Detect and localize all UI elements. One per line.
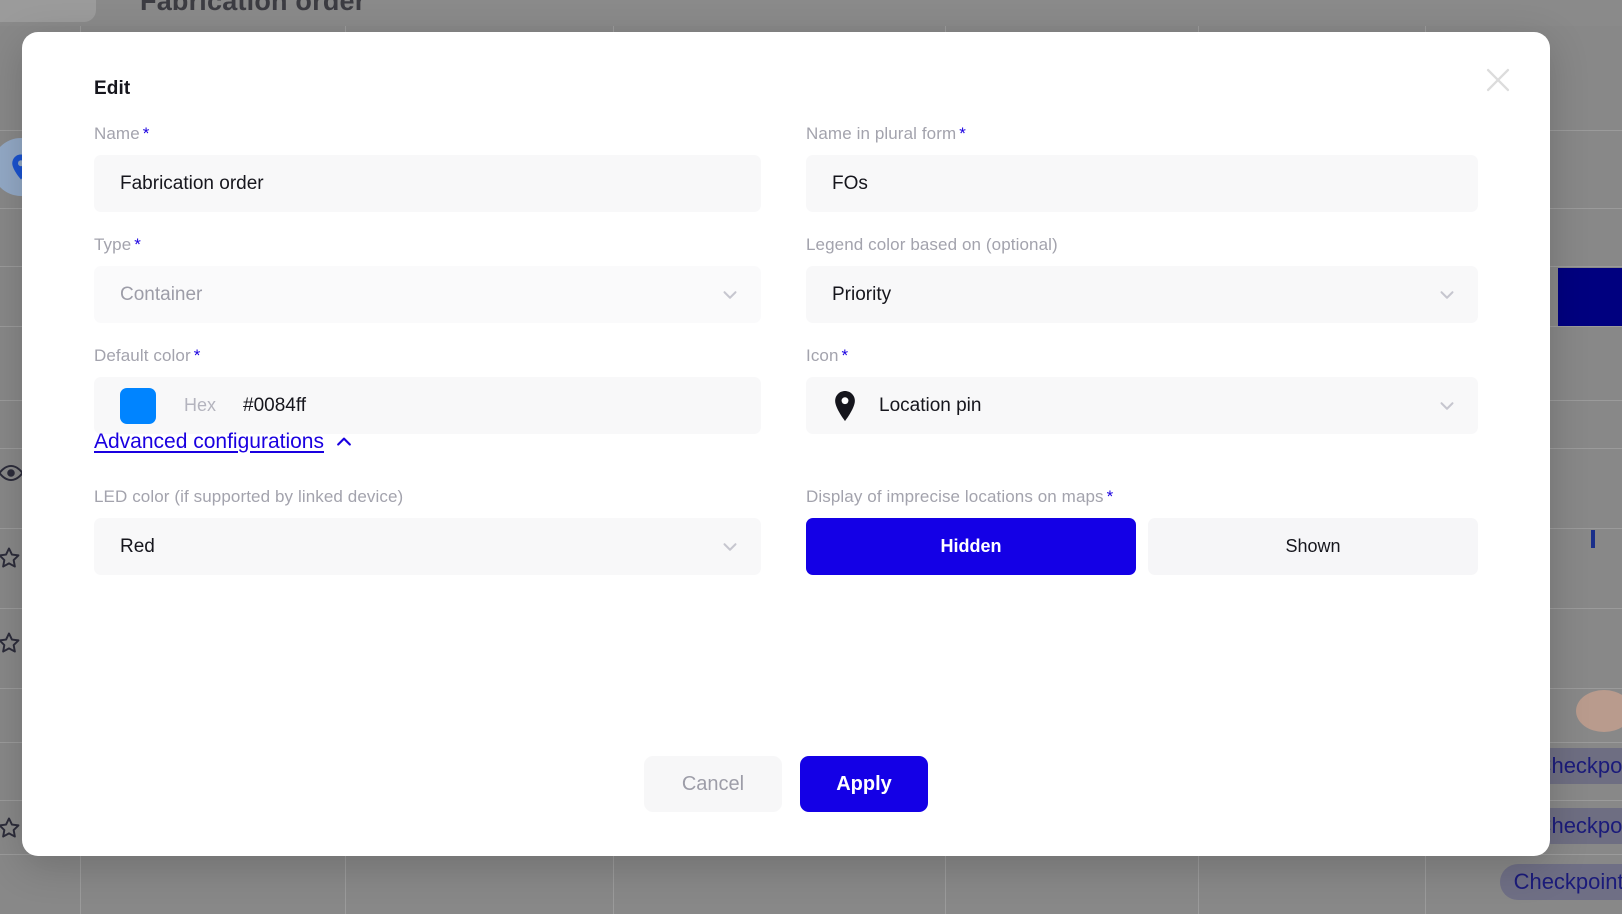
eye-icon <box>0 460 24 486</box>
required-asterisk: * <box>193 346 201 365</box>
field-name-plural-label: Name in plural form * <box>806 124 1478 144</box>
background-accent-sliver <box>1591 530 1595 548</box>
field-led-color: LED color (if supported by linked device… <box>94 487 761 575</box>
chevron-down-icon <box>719 536 741 558</box>
edit-modal: Edit Name * Fabrication order Name in plu… <box>22 32 1550 856</box>
segment-hidden[interactable]: Hidden <box>806 518 1136 575</box>
type-select[interactable]: Container <box>94 266 761 323</box>
field-type-label-text: Type <box>94 235 132 254</box>
hex-label: Hex <box>184 395 217 415</box>
name-plural-input-value: FOs <box>832 172 868 194</box>
field-default-color-label-text: Default color <box>94 346 191 365</box>
field-name-plural-label-text: Name in plural form <box>806 124 957 143</box>
required-asterisk: * <box>959 124 966 143</box>
field-imprecise-display: Display of imprecise locations on maps * … <box>806 487 1478 575</box>
field-default-color: Default color * Hex #0084ff <box>94 346 761 434</box>
legend-color-select[interactable]: Priority <box>806 266 1478 323</box>
field-name: Name * Fabrication order <box>94 124 761 212</box>
chevron-down-icon <box>1436 395 1458 417</box>
field-icon-label-text: Icon <box>806 346 839 365</box>
default-color-input[interactable]: Hex #0084ff <box>94 377 761 434</box>
star-icon <box>0 630 22 656</box>
required-asterisk: * <box>134 235 141 254</box>
background-highlight-block <box>1558 268 1622 326</box>
required-asterisk: * <box>841 346 849 365</box>
led-color-select-value: Red <box>120 535 155 557</box>
field-type-label: Type * <box>94 235 761 255</box>
modal-footer: Cancel Apply <box>22 756 1550 812</box>
name-input[interactable]: Fabrication order <box>94 155 761 212</box>
background-avatar <box>1576 690 1622 732</box>
type-select-value: Container <box>120 283 203 305</box>
color-swatch[interactable] <box>120 387 156 424</box>
background-tab <box>0 0 96 22</box>
location-pin-icon <box>832 390 858 421</box>
close-icon[interactable] <box>1472 54 1524 106</box>
name-input-value: Fabrication order <box>120 172 264 194</box>
star-icon <box>0 815 22 841</box>
apply-button[interactable]: Apply <box>800 756 928 812</box>
field-icon-label: Icon * <box>806 346 1478 366</box>
field-legend-color-label: Legend color based on (optional) <box>806 235 1058 254</box>
imprecise-display-segmented-control: Hidden Shown <box>806 518 1478 575</box>
field-imprecise-display-label-text: Display of imprecise locations on maps <box>806 487 1104 506</box>
icon-select[interactable]: Location pin <box>806 377 1478 434</box>
chevron-up-icon <box>334 432 354 452</box>
background-chip: Checkpoint 3 <box>1499 864 1622 900</box>
form-grid: Name * Fabrication order Name in plural f… <box>94 124 1478 457</box>
chevron-down-icon <box>719 284 741 306</box>
field-default-color-label: Default color * <box>94 346 761 366</box>
advanced-configurations-panel: LED color (if supported by linked device… <box>94 487 1478 598</box>
field-led-color-label: LED color (if supported by linked device… <box>94 487 404 506</box>
required-asterisk: * <box>1106 487 1114 506</box>
hex-value: #0084ff <box>243 394 307 416</box>
field-name-label-text: Name <box>94 124 140 143</box>
led-color-select[interactable]: Red <box>94 518 761 575</box>
background-page-title: Fabrication order <box>140 0 366 16</box>
star-icon <box>0 545 22 571</box>
required-asterisk: * <box>142 124 150 143</box>
advanced-configurations-label: Advanced configurations <box>94 430 324 453</box>
segment-shown[interactable]: Shown <box>1148 518 1478 575</box>
field-imprecise-display-label: Display of imprecise locations on maps * <box>806 487 1478 507</box>
page-title: Edit <box>94 78 131 99</box>
field-legend-color: Legend color based on (optional) Priorit… <box>806 235 1478 323</box>
name-plural-input[interactable]: FOs <box>806 155 1478 212</box>
legend-color-select-value: Priority <box>832 283 892 305</box>
cancel-button[interactable]: Cancel <box>644 756 782 812</box>
field-type: Type * Container <box>94 235 761 323</box>
chevron-down-icon <box>1436 284 1458 306</box>
advanced-configurations-toggle[interactable]: Advanced configurations <box>94 430 354 454</box>
field-name-label: Name * <box>94 124 761 144</box>
field-icon: Icon * Location pin <box>806 346 1478 434</box>
field-name-plural: Name in plural form * FOs <box>806 124 1478 212</box>
icon-select-value: Location pin <box>879 394 982 416</box>
